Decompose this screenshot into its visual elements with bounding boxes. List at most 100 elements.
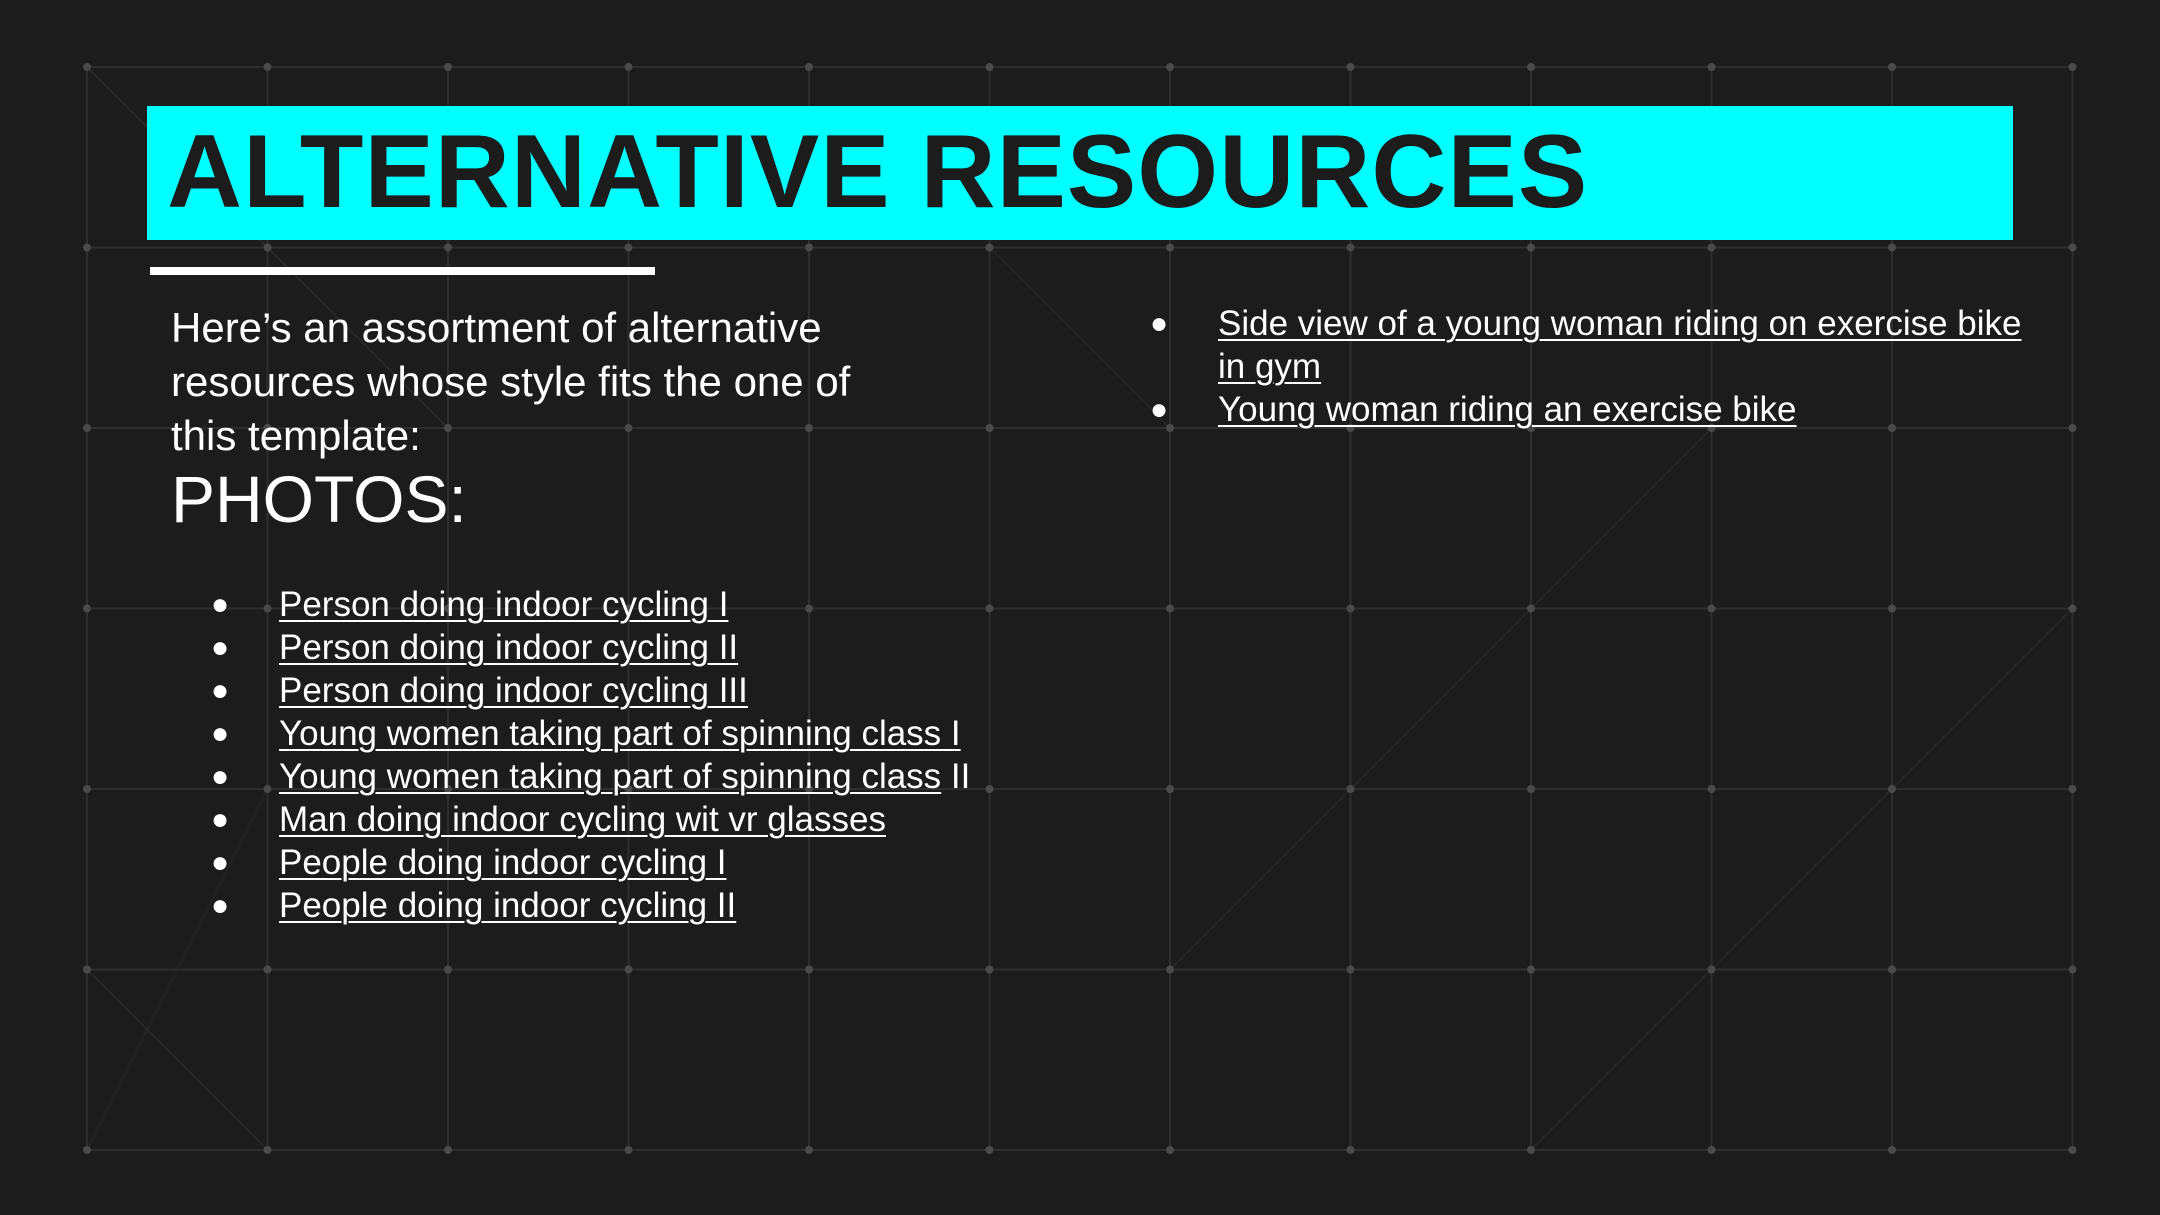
grid-dot <box>1888 965 1896 974</box>
photo-link-item: ● Side view of a young woman riding on ex… <box>1110 302 2030 388</box>
grid-dot <box>83 1146 91 1154</box>
grid-dot <box>1707 965 1716 974</box>
photo-link[interactable]: Person doing indoor cycling II <box>279 628 738 667</box>
grid-dot <box>1346 63 1355 71</box>
grid-dot <box>1707 243 1716 252</box>
photo-link[interactable]: Young women taking part of spinning clas… <box>279 714 961 753</box>
grid-dot <box>624 965 633 974</box>
photo-link[interactable]: Young women taking part of spinning clas… <box>279 757 941 796</box>
grid-dot <box>805 243 813 252</box>
bullet-icon: ● <box>211 631 230 664</box>
grid-dot <box>444 1146 452 1154</box>
photo-link-item: ● Young women taking part of spinning cla… <box>171 712 1031 755</box>
grid-dot <box>1888 785 1896 793</box>
grid-dot <box>985 1146 994 1154</box>
photo-link-item: ● People doing indoor cycling I <box>171 841 1031 884</box>
grid-dot <box>1166 243 1174 252</box>
grid-dot <box>1346 785 1355 793</box>
intro-text: Here’s an assortment of alternative reso… <box>171 304 851 459</box>
photo-link[interactable]: Man doing indoor cycling wit vr glasses <box>279 800 886 839</box>
photo-link-item: ● Person doing indoor cycling III <box>171 669 1031 712</box>
grid-dot <box>444 63 452 71</box>
photo-link-item: ● People doing indoor cycling II <box>171 884 1031 927</box>
grid-dot <box>1527 785 1535 793</box>
grid-line <box>1169 427 1713 971</box>
grid-dot <box>1888 604 1896 613</box>
bullet-icon: ● <box>211 889 230 922</box>
photo-link[interactable]: People doing indoor cycling I <box>279 843 727 882</box>
grid-dot <box>1166 785 1174 793</box>
bullet-icon: ● <box>211 803 230 836</box>
grid-dot <box>1346 243 1355 252</box>
photo-links-left-list: ● Person doing indoor cycling I ● Person do… <box>171 583 1031 927</box>
grid-dot <box>1888 1146 1896 1154</box>
page-title: ALTERNATIVE RESOURCES <box>167 114 1589 230</box>
photo-link-item: ● Person doing indoor cycling II <box>171 626 1031 669</box>
grid-dot <box>2068 785 2077 793</box>
photo-link[interactable]: Person doing indoor cycling III <box>279 671 748 710</box>
photo-link[interactable]: Person doing indoor cycling I <box>279 585 728 624</box>
grid-dot <box>1527 243 1535 252</box>
grid-dot <box>2068 965 2077 974</box>
link-suffix-text: II <box>941 757 971 796</box>
title-banner: ALTERNATIVE RESOURCES <box>147 106 2013 240</box>
grid-dot <box>83 243 91 252</box>
photo-link-item: ● Young women taking part of spinning cla… <box>171 755 1031 798</box>
grid-dot <box>83 965 91 974</box>
grid-dot <box>2068 1146 2077 1154</box>
grid-dot <box>2068 63 2077 71</box>
grid-dot <box>1166 604 1174 613</box>
photo-link[interactable]: Young woman riding an exercise bike <box>1218 390 1797 429</box>
photo-links-right-list: ● Side view of a young woman riding on ex… <box>1110 302 2030 431</box>
grid-dot <box>624 1146 633 1154</box>
grid-dot <box>263 63 272 71</box>
grid-dot <box>805 63 813 71</box>
grid-dot <box>83 604 91 613</box>
grid-dot <box>805 965 813 974</box>
grid-dot <box>1346 965 1355 974</box>
bullet-icon: ● <box>1150 393 1169 426</box>
photo-link-item: ● Man doing indoor cycling wit vr glasses <box>171 798 1031 841</box>
grid-dot <box>444 965 452 974</box>
photo-link-item: ● Person doing indoor cycling I <box>171 583 1031 626</box>
grid-dot <box>805 1146 813 1154</box>
grid-dot <box>2068 604 2077 613</box>
grid-dot <box>1527 1146 1535 1154</box>
grid-dot <box>1707 604 1716 613</box>
photo-link[interactable]: Side view of a young woman riding on exe… <box>1218 304 2022 386</box>
bullet-icon: ● <box>211 846 230 879</box>
grid-dot <box>1346 1146 1355 1154</box>
bullet-icon: ● <box>1150 307 1169 340</box>
bullet-icon: ● <box>211 717 230 750</box>
grid-dot <box>624 63 633 71</box>
grid-dot <box>1707 785 1716 793</box>
grid-dot <box>985 424 994 432</box>
grid-dot <box>2068 424 2077 432</box>
grid-dot <box>1527 604 1535 613</box>
photo-link-item: ● Young woman riding an exercise bike <box>1110 388 2030 431</box>
grid-dot <box>1707 63 1716 71</box>
grid-dot <box>1346 604 1355 613</box>
grid-dot <box>1527 965 1535 974</box>
grid-dot <box>985 243 994 252</box>
grid-dot <box>1166 1146 1174 1154</box>
title-underline <box>150 267 655 275</box>
grid-dot <box>1527 63 1535 71</box>
photo-link[interactable]: People doing indoor cycling II <box>279 886 736 925</box>
grid-dot <box>1707 1146 1716 1154</box>
grid-dot <box>444 243 452 252</box>
bullet-icon: ● <box>211 760 230 793</box>
grid-dot <box>1888 243 1896 252</box>
grid-dot <box>1166 965 1174 974</box>
photos-heading: PHOTOS: <box>171 462 467 536</box>
grid-dot <box>985 63 994 71</box>
grid-dot <box>83 63 91 71</box>
grid-dot <box>83 424 91 432</box>
grid-dot <box>1888 63 1896 71</box>
bullet-icon: ● <box>211 674 230 707</box>
grid-dot <box>2068 243 2077 252</box>
grid-dot <box>263 1146 272 1154</box>
grid-dot <box>83 785 91 793</box>
bullet-icon: ● <box>211 588 230 621</box>
grid-dot <box>985 965 994 974</box>
